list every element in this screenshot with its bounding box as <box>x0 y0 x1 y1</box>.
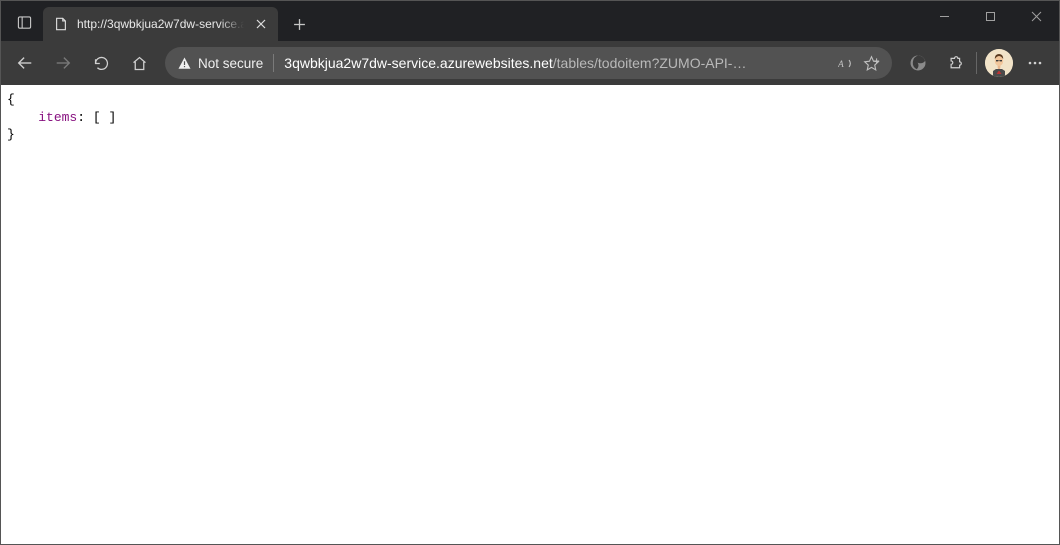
menu-button[interactable] <box>1017 45 1053 81</box>
tab-title: http://3qwbkjua2w7dw-service.a <box>77 17 244 31</box>
url-host: 3qwbkjua2w7dw-service.azurewebsites.net <box>284 55 552 71</box>
window-close-button[interactable] <box>1013 1 1059 31</box>
home-button[interactable] <box>121 45 157 81</box>
tab-close-button[interactable] <box>252 15 270 33</box>
browser-tab[interactable]: http://3qwbkjua2w7dw-service.a <box>43 7 278 41</box>
back-button[interactable] <box>7 45 43 81</box>
toolbar: Not secure 3qwbkjua2w7dw-service.azurewe… <box>1 41 1059 85</box>
page-icon <box>53 16 69 32</box>
json-value-items: : [ ] <box>77 110 116 125</box>
favorites-icon[interactable] <box>863 55 880 72</box>
edge-logo-icon <box>908 53 928 73</box>
window-controls <box>921 1 1059 33</box>
url-path: /tables/todoitem?ZUMO-API-… <box>553 55 747 71</box>
plus-icon <box>293 18 306 31</box>
url-text: 3qwbkjua2w7dw-service.azurewebsites.net/… <box>284 55 830 71</box>
toolbar-right <box>900 45 1053 81</box>
maximize-button[interactable] <box>967 1 1013 31</box>
refresh-button[interactable] <box>83 45 119 81</box>
extensions-button[interactable] <box>936 45 972 81</box>
arrow-left-icon <box>16 54 34 72</box>
security-label: Not secure <box>198 56 263 71</box>
extensions-icon <box>946 55 963 72</box>
warning-icon <box>177 56 192 71</box>
page-content: { items: [ ] } <box>1 85 1059 144</box>
tab-actions-icon <box>17 15 32 30</box>
more-icon <box>1027 55 1043 71</box>
address-bar[interactable]: Not secure 3qwbkjua2w7dw-service.azurewe… <box>165 47 892 79</box>
refresh-icon <box>93 55 110 72</box>
arrow-right-icon <box>54 54 72 72</box>
minimize-button[interactable] <box>921 1 967 31</box>
forward-button[interactable] <box>45 45 81 81</box>
close-icon <box>256 19 266 29</box>
home-icon <box>131 55 148 72</box>
edge-hub-button[interactable] <box>900 45 936 81</box>
separator <box>273 54 274 72</box>
avatar-icon <box>985 49 1013 77</box>
profile-avatar[interactable] <box>985 49 1013 77</box>
read-aloud-icon[interactable]: A <box>838 55 855 72</box>
tab-actions-button[interactable] <box>5 5 43 39</box>
separator <box>976 52 977 74</box>
titlebar: http://3qwbkjua2w7dw-service.a <box>1 1 1059 41</box>
new-tab-button[interactable] <box>284 9 314 39</box>
security-indicator[interactable]: Not secure <box>177 56 263 71</box>
maximize-icon <box>985 11 996 22</box>
close-icon <box>1031 11 1042 22</box>
minimize-icon <box>939 11 950 22</box>
json-key-items: items <box>38 110 77 125</box>
json-brace-open: { <box>7 92 15 107</box>
json-brace-close: } <box>7 127 15 142</box>
svg-text:A: A <box>838 59 844 69</box>
